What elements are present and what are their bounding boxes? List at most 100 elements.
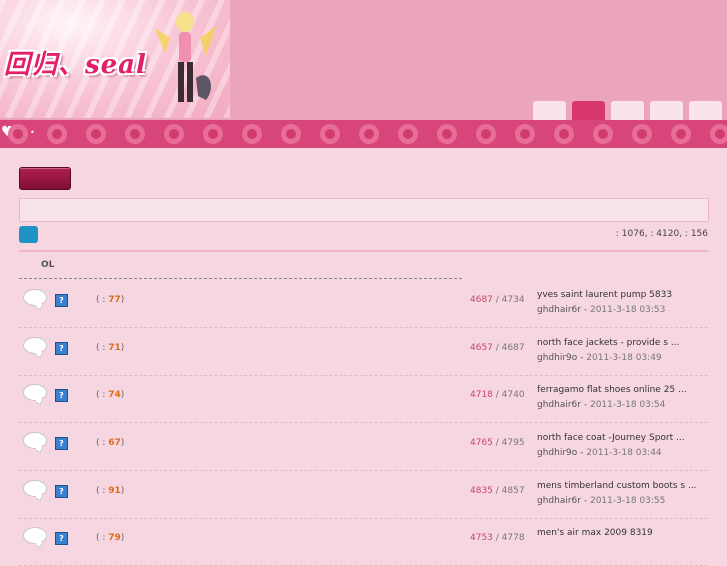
- last-post: ferragamo flat shoes online 25 ... ghdha…: [537, 383, 687, 410]
- speech-bubble-icon: [23, 289, 47, 306]
- reply-view-counts: 4718 / 4740: [470, 390, 525, 400]
- pages-close: ): [120, 295, 125, 305]
- notice-bar: [19, 198, 709, 222]
- page-count[interactable]: ( : 77): [96, 295, 124, 305]
- page-count[interactable]: ( : 74): [96, 390, 124, 400]
- divider: [19, 250, 708, 252]
- table-row: ? ( : 71) 4657 / 4687 north face jackets…: [19, 328, 708, 376]
- forum-stats: : 1076, : 4120, : 156: [615, 229, 708, 239]
- reply-view-counts: 4835 / 4857: [470, 486, 525, 496]
- column-header: OL: [41, 260, 55, 270]
- last-post-author[interactable]: ghdhir9o: [537, 353, 577, 363]
- last-post-time: 2011-3-18 03:49: [586, 353, 662, 363]
- pages-number[interactable]: 91: [108, 486, 121, 496]
- nav-tab-4[interactable]: [650, 101, 683, 120]
- question-icon[interactable]: ?: [55, 389, 68, 402]
- question-icon[interactable]: ?: [55, 294, 68, 307]
- pages-close: ): [120, 438, 125, 448]
- forum-banner[interactable]: 回归、seal: [0, 0, 230, 118]
- blue-action-button[interactable]: [19, 226, 38, 243]
- page-count[interactable]: ( : 91): [96, 486, 124, 496]
- decorative-dot: [359, 124, 379, 144]
- speech-bubble-icon: [23, 527, 47, 544]
- pages-label: ( :: [96, 486, 109, 496]
- last-post-title[interactable]: north face jackets - provide s ...: [537, 336, 679, 351]
- page-count[interactable]: ( : 79): [96, 533, 124, 543]
- last-post-time: 2011-3-18 03:55: [589, 496, 666, 506]
- question-icon[interactable]: ?: [55, 485, 68, 498]
- view-count: 4857: [501, 486, 525, 496]
- reply-view-counts: 4765 / 4795: [470, 438, 525, 448]
- reply-view-counts: 4687 / 4734: [470, 295, 525, 305]
- nav-tab-2-active[interactable]: [572, 101, 605, 120]
- pages-close: ): [120, 343, 125, 353]
- decorative-dot: [47, 124, 67, 144]
- pages-close: ): [120, 390, 125, 400]
- last-post-title[interactable]: ferragamo flat shoes online 25 ...: [537, 383, 687, 398]
- last-post-time: 2011-3-18 03:53: [589, 305, 666, 315]
- last-post-author[interactable]: ghdhair6r: [537, 400, 581, 410]
- view-count: 4795: [501, 438, 525, 448]
- last-post-time: 2011-3-18 03:54: [589, 400, 666, 410]
- nav-tab-5[interactable]: [689, 101, 722, 120]
- reply-count: 4687: [470, 295, 493, 305]
- decorative-dot: [554, 124, 574, 144]
- decorative-dot: [242, 124, 262, 144]
- table-row: ? ( : 91) 4835 / 4857 mens timberland cu…: [19, 471, 708, 519]
- new-post-button[interactable]: [19, 167, 71, 190]
- speech-bubble-icon: [23, 480, 47, 497]
- decorative-dot: [164, 124, 184, 144]
- decorative-dot: [8, 124, 28, 144]
- pages-number[interactable]: 77: [108, 295, 121, 305]
- question-icon[interactable]: ?: [55, 437, 68, 450]
- last-post-author[interactable]: ghdhir9o: [537, 448, 577, 458]
- pages-label: ( :: [96, 390, 109, 400]
- page-count[interactable]: ( : 71): [96, 343, 124, 353]
- decorative-dot: [398, 124, 418, 144]
- pages-label: ( :: [96, 295, 109, 305]
- decorative-dot: [281, 124, 301, 144]
- view-count: 4778: [501, 533, 525, 543]
- nav-tab-1[interactable]: [533, 101, 566, 120]
- nav-tab-3[interactable]: [611, 101, 644, 120]
- decorative-dot: [320, 124, 340, 144]
- question-icon[interactable]: ?: [55, 342, 68, 355]
- table-row: ? ( : 67) 4765 / 4795 north face coat -J…: [19, 423, 708, 471]
- nav-tabs: [533, 101, 722, 120]
- last-post-title[interactable]: mens timberland custom boots s ...: [537, 479, 697, 494]
- reply-count: 4753: [470, 533, 493, 543]
- pages-label: ( :: [96, 343, 109, 353]
- decorative-dot-strip: ♥ •: [0, 120, 727, 148]
- decorative-dot: [593, 124, 613, 144]
- pages-number[interactable]: 71: [108, 343, 121, 353]
- last-post-author[interactable]: ghdhair6r: [537, 496, 581, 506]
- decorative-dot: [203, 124, 223, 144]
- view-count: 4740: [501, 390, 525, 400]
- dashed-divider: [19, 278, 462, 279]
- last-post-title[interactable]: north face coat -Journey Sport ...: [537, 431, 685, 446]
- pages-number[interactable]: 79: [108, 533, 121, 543]
- last-post-title[interactable]: men's air max 2009 8319: [537, 526, 653, 541]
- decorative-dot: [671, 124, 691, 144]
- pages-close: ): [120, 533, 125, 543]
- last-post-time: 2011-3-18 03:44: [586, 448, 662, 458]
- page-count[interactable]: ( : 67): [96, 438, 124, 448]
- reply-count: 4835: [470, 486, 493, 496]
- pages-number[interactable]: 74: [108, 390, 121, 400]
- last-post-title[interactable]: yves saint laurent pump 5833: [537, 288, 672, 303]
- question-icon[interactable]: ?: [55, 532, 68, 545]
- last-post: north face jackets - provide s ... ghdhi…: [537, 336, 680, 363]
- decorative-dot: [632, 124, 652, 144]
- speech-bubble-icon: [23, 337, 47, 354]
- view-count: 4687: [501, 343, 525, 353]
- table-row: ? ( : 74) 4718 / 4740 ferragamo flat sho…: [19, 375, 708, 423]
- pages-label: ( :: [96, 438, 109, 448]
- reply-view-counts: 4657 / 4687: [470, 343, 525, 353]
- reply-count: 4718: [470, 390, 493, 400]
- reply-view-counts: 4753 / 4778: [470, 533, 525, 543]
- pages-number[interactable]: 67: [108, 438, 121, 448]
- decorative-dot: [515, 124, 535, 144]
- speech-bubble-icon: [23, 384, 47, 401]
- last-post-author[interactable]: ghdhair6r: [537, 305, 581, 315]
- last-post: yves saint laurent pump 5833 ghdhair6r -…: [537, 288, 673, 315]
